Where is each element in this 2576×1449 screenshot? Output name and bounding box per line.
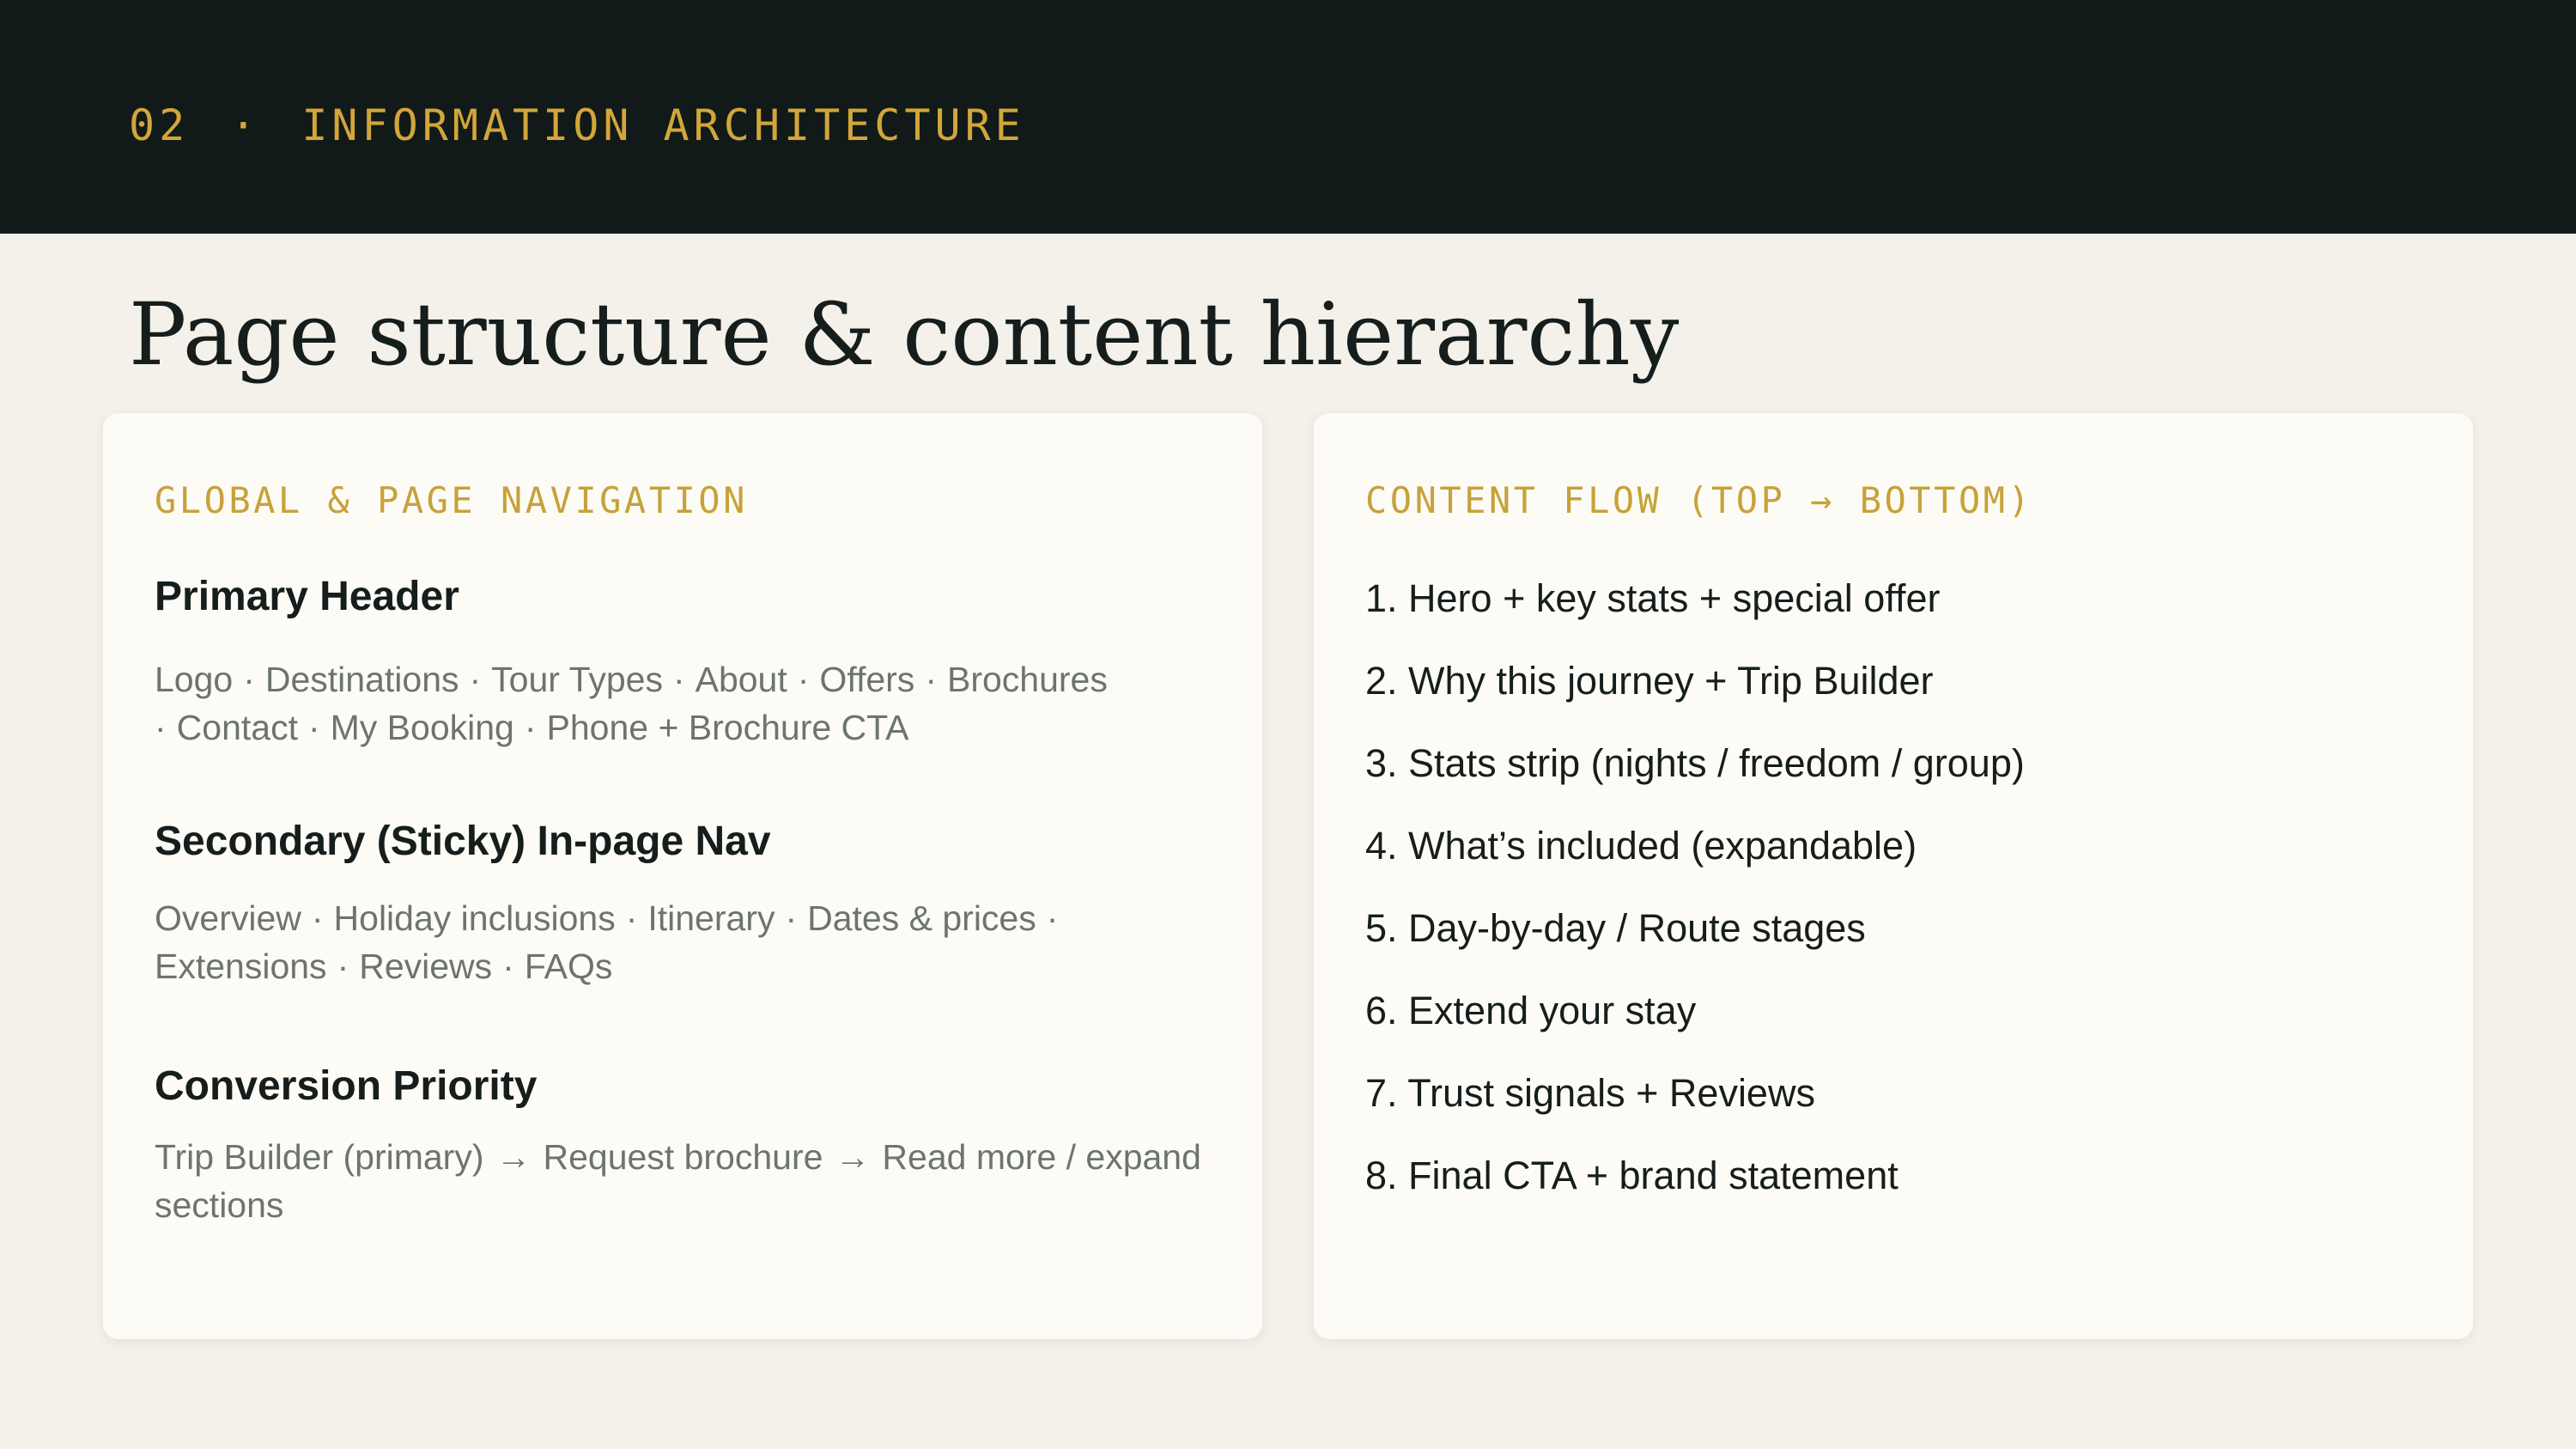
- conversion-step: Trip Builder (primary): [155, 1137, 484, 1177]
- dot-separator: ·: [785, 898, 798, 938]
- conversion-step: Request brochure: [543, 1137, 823, 1177]
- dot-separator: ·: [311, 898, 324, 938]
- dot-separator: ·: [797, 660, 810, 699]
- dot-separator: ·: [524, 708, 537, 747]
- arrow-icon: →: [495, 1137, 532, 1177]
- dot-separator: ·: [672, 660, 685, 699]
- secondary-nav-items: Overview · Holiday inclusions · Itinerary · Da…: [155, 894, 1236, 990]
- nav-item: Holiday inclusions: [333, 898, 616, 938]
- navigation-card: GLOBAL & PAGE NAVIGATION Primary Header …: [103, 413, 1262, 1339]
- conversion-priority-title: Conversion Priority: [155, 1063, 538, 1109]
- page-title: Page structure & content hierarchy: [129, 284, 1680, 385]
- navigation-card-heading: GLOBAL & PAGE NAVIGATION: [155, 479, 748, 521]
- dot-separator: ·: [155, 708, 167, 747]
- primary-header-title: Primary Header: [155, 574, 459, 619]
- list-item: 4. What’s included (expandable): [1365, 824, 1917, 868]
- conversion-priority-steps: Trip Builder (primary) → Request brochure →…: [155, 1133, 1236, 1229]
- dot-separator: ·: [469, 660, 482, 699]
- dot-separator: ·: [243, 660, 255, 699]
- primary-header-items: Logo · Destinations · Tour Types · About · Offer…: [155, 655, 1236, 752]
- section-separator: ·: [230, 100, 261, 150]
- nav-item: My Booking: [330, 708, 514, 747]
- secondary-nav-title: Secondary (Sticky) In-page Nav: [155, 819, 771, 864]
- list-item: 5. Day-by-day / Route stages: [1365, 906, 1866, 950]
- section-number: 02: [129, 100, 190, 150]
- list-item: 3. Stats strip (nights / freedom / group…: [1365, 741, 2025, 785]
- nav-item: Phone + Brochure CTA: [546, 708, 909, 747]
- nav-item: Itinerary: [647, 898, 775, 938]
- nav-item: Extensions: [155, 947, 327, 986]
- nav-item: Reviews: [359, 947, 493, 986]
- arrow-icon: →: [835, 1137, 871, 1177]
- content-flow-heading: CONTENT FLOW (TOP → BOTTOM): [1365, 479, 2033, 521]
- nav-item: Brochures: [946, 660, 1108, 699]
- nav-item: Offers: [819, 660, 915, 699]
- content-flow-card: CONTENT FLOW (TOP → BOTTOM) 1. Hero + ke…: [1314, 413, 2473, 1339]
- nav-item: Logo: [155, 660, 234, 699]
- list-item: 1. Hero + key stats + special offer: [1365, 576, 1941, 620]
- nav-item: About: [695, 660, 787, 699]
- nav-item: Overview: [155, 898, 301, 938]
- list-item: 6. Extend your stay: [1365, 989, 1697, 1032]
- list-item: 7. Trust signals + Reviews: [1365, 1071, 1815, 1115]
- content-flow-list: 1. Hero + key stats + special offer 2. W…: [1365, 572, 2025, 1232]
- dot-separator: ·: [307, 708, 320, 747]
- dot-separator: ·: [1046, 898, 1059, 938]
- nav-item: Contact: [176, 708, 298, 747]
- section-name: INFORMATION ARCHITECTURE: [301, 100, 1025, 150]
- dot-separator: ·: [502, 947, 514, 986]
- nav-item: FAQs: [524, 947, 613, 986]
- list-item: 8. Final CTA + brand statement: [1365, 1154, 1899, 1197]
- nav-item: Destinations: [264, 660, 459, 699]
- list-item: 2. Why this journey + Trip Builder: [1365, 659, 1934, 703]
- dot-separator: ·: [625, 898, 638, 938]
- dot-separator: ·: [925, 660, 937, 699]
- section-label: 02 · INFORMATION ARCHITECTURE: [129, 96, 1025, 155]
- nav-item: Dates & prices: [807, 898, 1036, 938]
- header-bar: 02 · INFORMATION ARCHITECTURE: [0, 0, 2576, 234]
- nav-item: Tour Types: [491, 660, 663, 699]
- dot-separator: ·: [337, 947, 349, 986]
